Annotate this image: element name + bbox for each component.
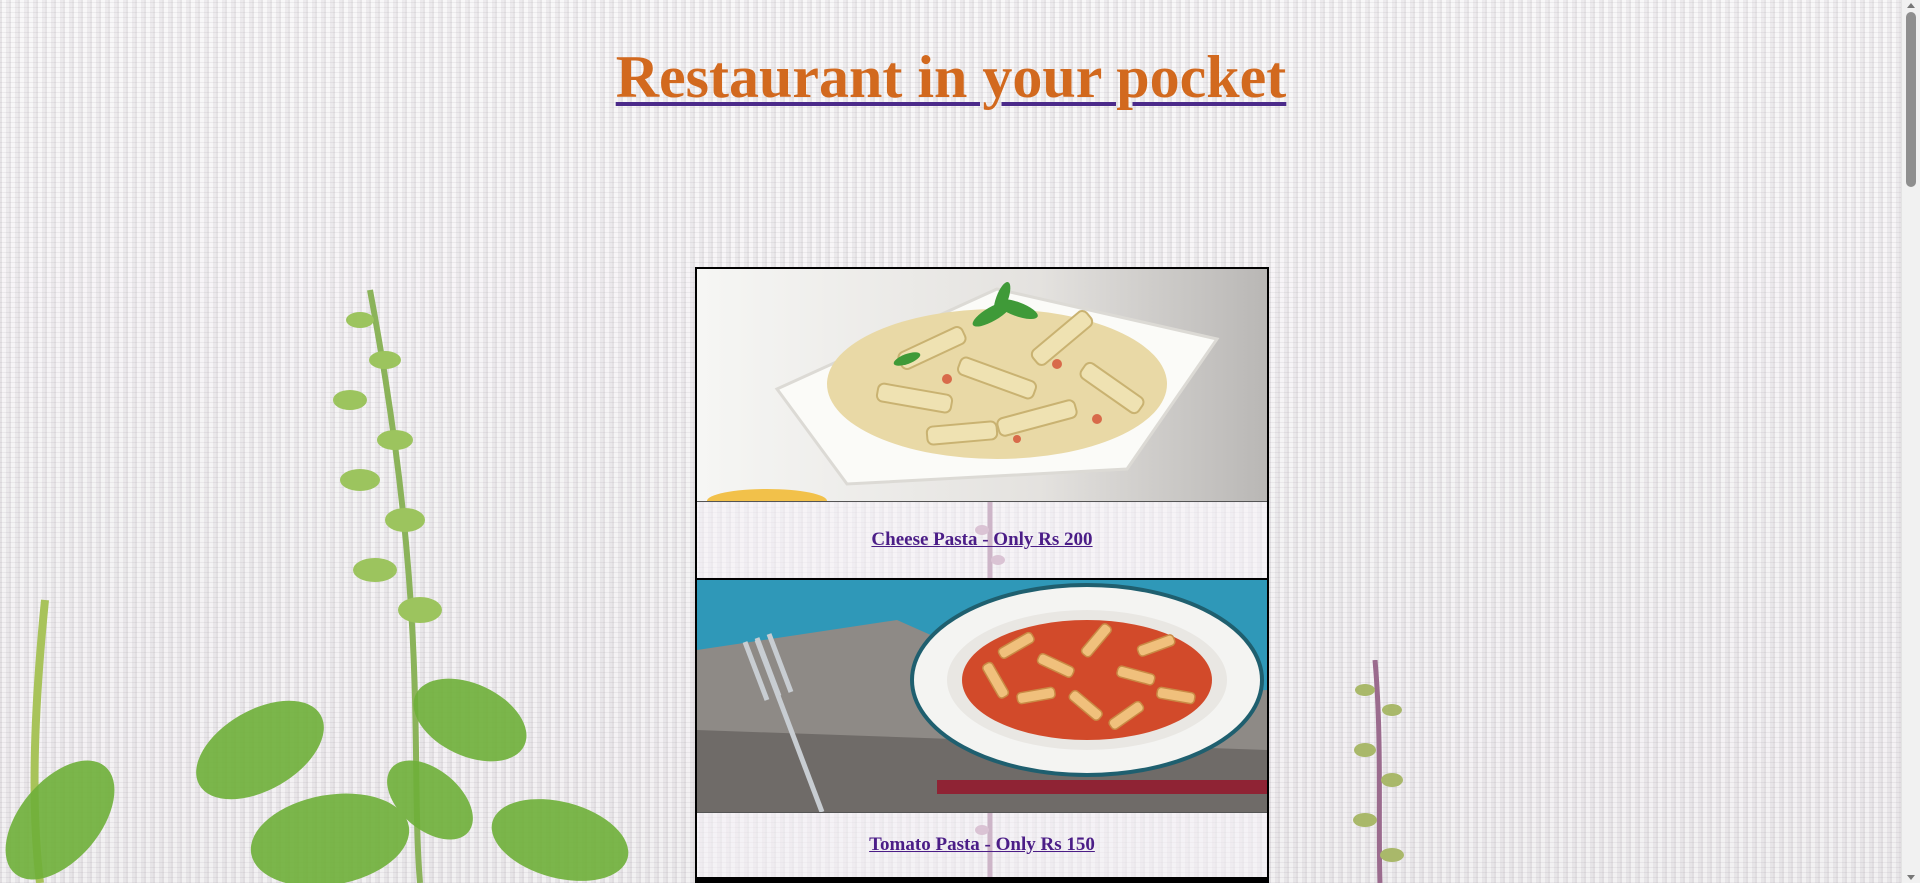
scroll-up-arrow-icon[interactable] (1907, 3, 1915, 8)
cheese-pasta-photo (697, 269, 1267, 502)
menu-list: Cheese Pasta - Only Rs 200 Tomato Pasta … (695, 267, 1269, 883)
tomato-pasta-photo (697, 580, 1267, 813)
menu-item-caption: Cheese Pasta - Only Rs 200 (697, 502, 1267, 578)
page-title: Restaurant in your pocket (0, 38, 1902, 116)
menu-item-caption: Tomato Pasta - Only Rs 150 (697, 813, 1267, 877)
menu-item-cheese-pasta: Cheese Pasta - Only Rs 200 (697, 269, 1267, 580)
tomato-pasta-link[interactable]: Tomato Pasta - Only Rs 150 (869, 834, 1095, 856)
menu-item-tomato-pasta: Tomato Pasta - Only Rs 150 (697, 580, 1267, 881)
scroll-down-arrow-icon[interactable] (1907, 875, 1915, 880)
scrollbar-thumb[interactable] (1906, 12, 1916, 187)
basil-flower-right-decoration (1353, 660, 1404, 883)
cheese-pasta-link[interactable]: Cheese Pasta - Only Rs 200 (871, 529, 1092, 551)
vertical-scrollbar[interactable] (1901, 0, 1920, 883)
page-title-link[interactable]: Restaurant in your pocket (616, 44, 1287, 110)
basil-plant-left-decoration (5, 289, 629, 883)
